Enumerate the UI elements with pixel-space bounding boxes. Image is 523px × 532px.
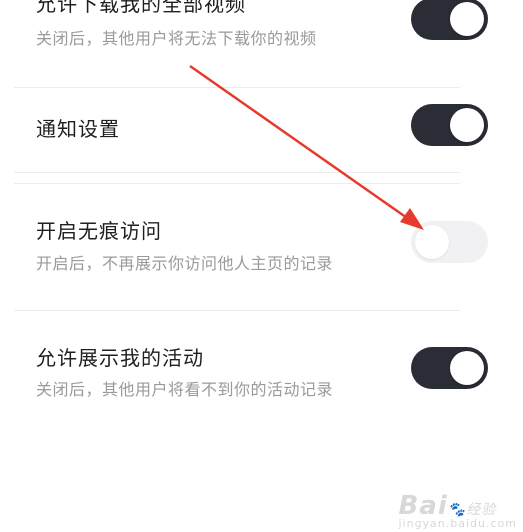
- setting-desc-allow-download: 关闭后，其他用户将无法下载你的视频: [36, 29, 317, 48]
- setting-title-incognito-visit: 开启无痕访问: [36, 219, 162, 243]
- setting-title-notifications: 通知设置: [36, 117, 120, 141]
- setting-title-allow-download: 允许下载我的全部视频: [36, 0, 246, 16]
- setting-desc-incognito-visit: 开启后，不再展示你访问他人主页的记录: [36, 254, 334, 273]
- setting-title-show-activity: 允许展示我的活动: [36, 346, 204, 370]
- toggle-knob: [450, 351, 484, 385]
- toggle-knob: [450, 2, 484, 36]
- divider: [14, 183, 460, 184]
- divider: [14, 87, 460, 88]
- toggle-notifications[interactable]: [411, 104, 488, 146]
- divider: [14, 172, 460, 173]
- watermark-suffix: 经验: [466, 502, 497, 518]
- paw-icon: 🐾: [447, 502, 467, 518]
- baidu-watermark: Bai🐾经验 jingyan.baidu.com: [398, 491, 517, 530]
- divider: [14, 310, 460, 311]
- watermark-url: jingyan.baidu.com: [398, 517, 517, 530]
- toggle-incognito-visit[interactable]: [411, 221, 488, 263]
- setting-desc-show-activity: 关闭后，其他用户将看不到你的活动记录: [36, 380, 334, 399]
- toggle-show-activity[interactable]: [411, 347, 488, 389]
- toggle-allow-download[interactable]: [411, 0, 488, 40]
- toggle-knob: [450, 108, 484, 142]
- toggle-knob: [415, 225, 449, 259]
